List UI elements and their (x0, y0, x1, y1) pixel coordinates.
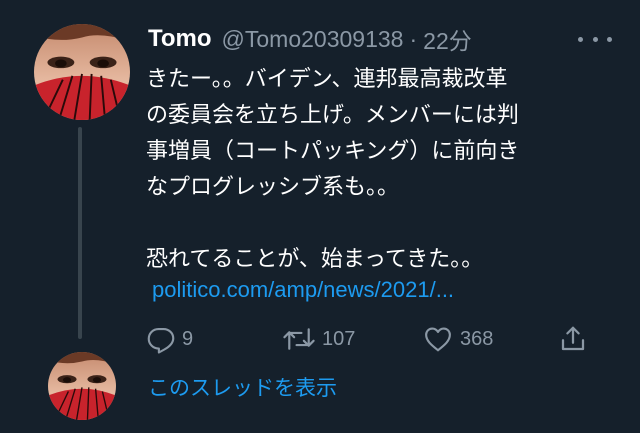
tweet-text: きたー。。バイデン、連邦最高裁改革 の委員会を立ち上げ。メンバーには判 事増員（… (146, 62, 606, 278)
tweet[interactable]: Tomo @Tomo20309138 · 22分 きたー。。バイデン、連邦最高裁… (0, 0, 640, 433)
retweet-button[interactable]: 107 (282, 322, 355, 356)
tweet-text-line: 恐れてることが、始まってきた。。 (146, 247, 484, 272)
retweet-icon (283, 328, 315, 350)
reply-count: 9 (182, 327, 194, 350)
retweet-count: 107 (322, 327, 356, 350)
show-thread-link[interactable]: このスレッドを表示 (148, 372, 337, 402)
separator: · (409, 25, 418, 52)
tweet-text-line: なプログレッシブ系も。。 (146, 175, 400, 200)
avatar[interactable] (48, 352, 116, 420)
tweet-text-line: きたー。。バイデン、連邦最高裁改革 (146, 67, 508, 92)
avatar[interactable] (34, 24, 130, 120)
tweet-text-line: 事増員（コートパッキング）に前向き (146, 139, 520, 164)
like-button[interactable]: 368 (422, 322, 493, 356)
timestamp[interactable]: 22分 (423, 22, 472, 56)
tweet-link[interactable]: politico.com/amp/news/2021/... (152, 277, 454, 303)
like-icon (425, 327, 451, 352)
thread-line (78, 127, 82, 339)
like-count: 368 (460, 327, 494, 350)
more-icon[interactable] (578, 30, 612, 48)
share-icon (561, 326, 585, 351)
action-bar: 9 107 368 (146, 322, 594, 356)
reply-icon (147, 327, 175, 354)
reply-button[interactable]: 9 (146, 322, 193, 356)
handle[interactable]: @Tomo20309138 (222, 26, 404, 53)
tweet-text-blank (146, 206, 606, 242)
tweet-header: Tomo @Tomo20309138 · 22分 (148, 24, 472, 54)
share-button[interactable] (558, 322, 588, 356)
tweet-text-line: の委員会を立ち上げ。メンバーには判 (146, 103, 519, 128)
display-name[interactable]: Tomo (148, 25, 212, 53)
